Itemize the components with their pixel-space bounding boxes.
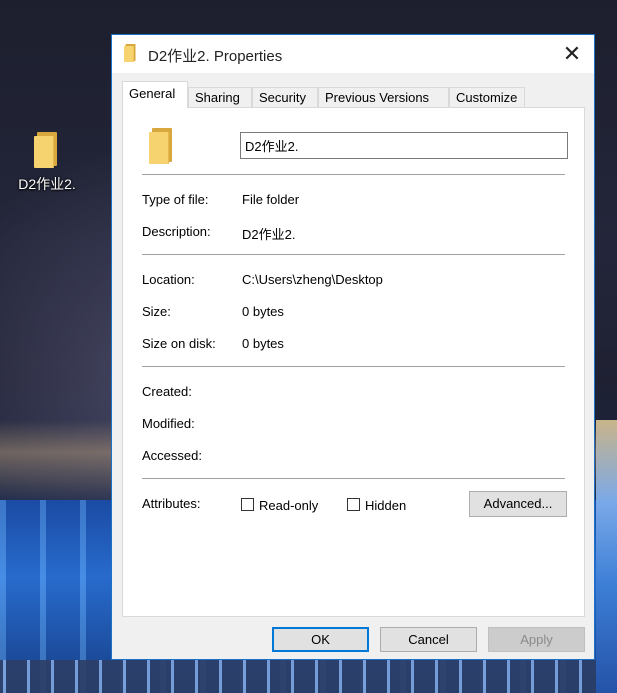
divider	[142, 174, 565, 175]
advanced-button[interactable]: Advanced...	[469, 491, 567, 517]
close-icon[interactable]: ✕	[550, 35, 594, 73]
type-value: File folder	[242, 192, 300, 207]
hidden-label[interactable]: Hidden	[365, 498, 406, 513]
folder-icon	[34, 132, 60, 168]
right-lights	[596, 420, 617, 693]
desktop-folder-item[interactable]: D2作业2.	[10, 132, 84, 194]
divider	[142, 254, 565, 255]
tab-customize[interactable]: Customize	[449, 87, 525, 107]
title-bar[interactable]: D2作业2. Properties ✕	[112, 35, 594, 73]
desktop-folder-label: D2作业2.	[18, 176, 76, 192]
divider	[142, 478, 565, 479]
ok-button[interactable]: OK	[272, 627, 369, 652]
size-value: 0 bytes	[242, 304, 284, 319]
railing	[0, 660, 617, 693]
folder-icon	[149, 128, 175, 164]
modified-label: Modified:	[142, 416, 195, 431]
accessed-label: Accessed:	[142, 448, 202, 463]
folder-icon	[124, 44, 137, 62]
location-value: C:\Users\zheng\Desktop	[242, 272, 383, 287]
attributes-label: Attributes:	[142, 496, 201, 511]
location-label: Location:	[142, 272, 195, 287]
readonly-label[interactable]: Read-only	[259, 498, 318, 513]
type-label: Type of file:	[142, 192, 209, 207]
folder-name-input[interactable]	[240, 132, 568, 159]
properties-dialog: D2作业2. Properties ✕ General Sharing Secu…	[111, 34, 595, 660]
tab-sharing[interactable]: Sharing	[188, 87, 252, 107]
general-panel: Type of file: File folder Description: D…	[122, 107, 585, 617]
tab-security[interactable]: Security	[252, 87, 318, 107]
dialog-title: D2作业2. Properties	[148, 48, 283, 65]
size-on-disk-value: 0 bytes	[242, 336, 284, 351]
description-value: D2作业2.	[242, 227, 296, 242]
divider	[142, 366, 565, 367]
cancel-button[interactable]: Cancel	[380, 627, 477, 652]
created-label: Created:	[142, 384, 192, 399]
readonly-checkbox[interactable]	[241, 498, 254, 511]
apply-button[interactable]: Apply	[488, 627, 585, 652]
size-on-disk-label: Size on disk:	[142, 336, 216, 351]
description-label: Description:	[142, 224, 211, 239]
hidden-checkbox[interactable]	[347, 498, 360, 511]
tab-general[interactable]: General	[122, 81, 188, 108]
tab-previous-versions[interactable]: Previous Versions	[318, 87, 449, 107]
size-label: Size:	[142, 304, 171, 319]
